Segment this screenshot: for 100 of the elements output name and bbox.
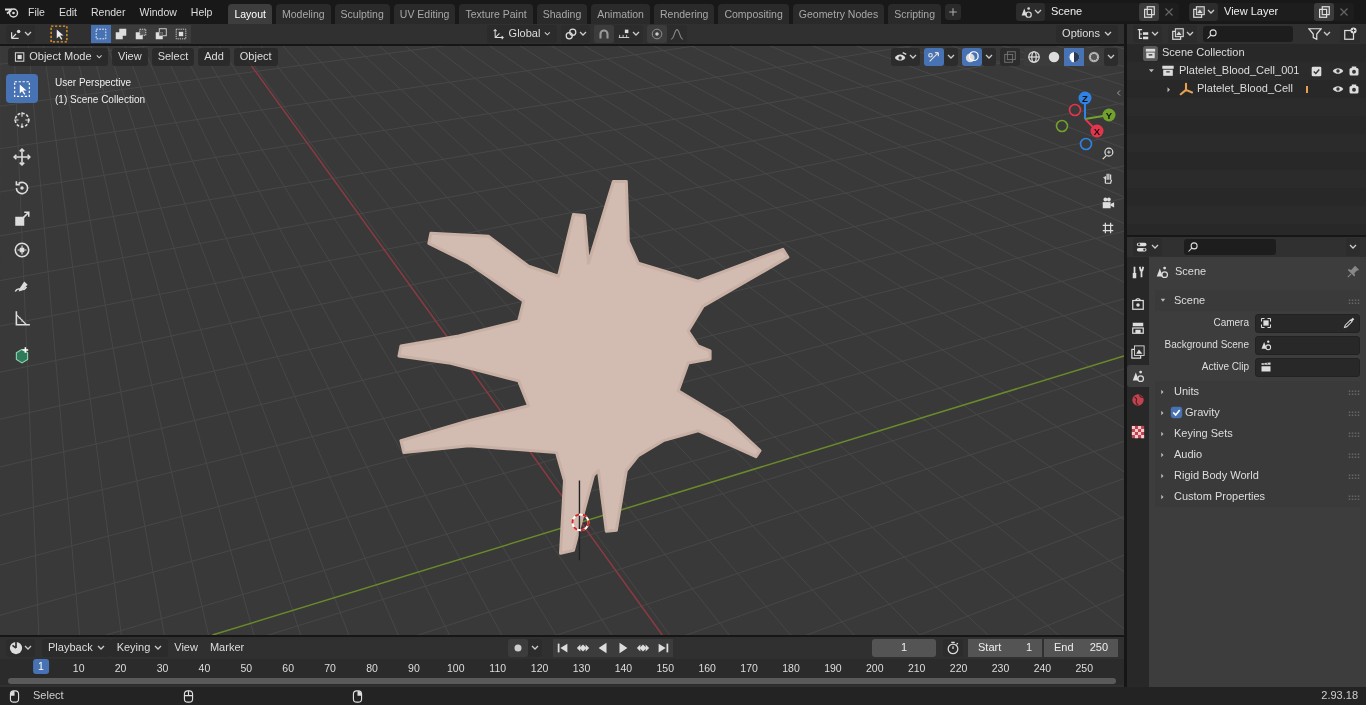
shading-button[interactable]: [1064, 48, 1084, 66]
selection-mode-button[interactable]: [171, 25, 191, 43]
editor-type-button[interactable]: [6, 639, 35, 657]
add-workspace-button[interactable]: [945, 4, 961, 20]
menu-item[interactable]: Render: [85, 3, 132, 21]
menu-item[interactable]: Window: [133, 3, 183, 21]
menu-item[interactable]: Marker: [203, 639, 251, 657]
selection-mode-button[interactable]: [111, 25, 131, 43]
shading-dropdown[interactable]: [1104, 48, 1118, 66]
outliner-item[interactable]: Platelet_Blood_Cell: [1197, 82, 1302, 96]
eye-icon[interactable]: [1332, 83, 1344, 95]
drag-handle-icon[interactable]: [1348, 297, 1360, 304]
menu-item[interactable]: Playback: [42, 639, 111, 657]
outliner-item[interactable]: Platelet_Blood_Cell_001: [1179, 64, 1307, 78]
auto-key-dropdown[interactable]: [528, 639, 543, 657]
scrollbar[interactable]: [8, 678, 1116, 684]
copy-button[interactable]: [1139, 3, 1159, 21]
tool-button[interactable]: [6, 74, 38, 103]
workspace-tab[interactable]: Geometry Nodes: [792, 4, 885, 24]
search-field[interactable]: [1184, 239, 1276, 255]
panel-title[interactable]: Units: [1174, 384, 1342, 399]
drag-handle-icon[interactable]: [1348, 409, 1360, 416]
copy-button[interactable]: [1314, 3, 1334, 21]
menu-item[interactable]: File: [22, 3, 51, 21]
properties-tab[interactable]: [1127, 365, 1149, 387]
drag-handle-icon[interactable]: [1348, 388, 1360, 395]
gizmo-dropdown[interactable]: [944, 48, 958, 66]
mode-dropdown[interactable]: Object Mode: [8, 48, 108, 66]
exclude-checkbox[interactable]: [1311, 65, 1322, 77]
menu-item[interactable]: Keying: [110, 639, 169, 657]
editor-type-button[interactable]: [6, 25, 35, 43]
menu-item[interactable]: Edit: [52, 3, 83, 21]
panel-title[interactable]: Scene: [1174, 293, 1342, 308]
start-frame-field[interactable]: Start 1: [968, 639, 1042, 657]
drag-handle-icon[interactable]: [1348, 430, 1360, 437]
workspace-tab[interactable]: Sculpting: [334, 4, 390, 24]
workspace-tab[interactable]: Texture Paint: [459, 4, 533, 24]
panel-title[interactable]: Gravity: [1185, 405, 1346, 420]
scene-selector-button[interactable]: [1016, 3, 1045, 21]
pivot-dropdown[interactable]: [561, 25, 590, 43]
snap-toggle[interactable]: [594, 25, 614, 43]
pin-icon[interactable]: [1347, 265, 1360, 278]
menu-item[interactable]: Add: [198, 48, 230, 66]
menu-item[interactable]: View: [112, 48, 148, 66]
datablock-field[interactable]: [1255, 313, 1360, 333]
orientation-dropdown[interactable]: Global: [487, 25, 557, 43]
camera-icon[interactable]: [1348, 83, 1360, 95]
cell-model-drawing[interactable]: [397, 180, 790, 555]
menu-item[interactable]: Help: [184, 3, 219, 21]
negative-axis-handle[interactable]: [1055, 119, 1069, 133]
end-frame-field[interactable]: End 250: [1044, 639, 1118, 657]
new-collection-button[interactable]: [1340, 25, 1360, 43]
proportional-edit-toggle[interactable]: [647, 25, 667, 43]
shading-button[interactable]: [1084, 48, 1104, 66]
search-field[interactable]: [1203, 26, 1293, 42]
visibility-dropdown[interactable]: [891, 48, 920, 66]
playback-button[interactable]: [553, 639, 574, 657]
datablock-field[interactable]: [1255, 335, 1360, 355]
workspace-tab[interactable]: Scripting: [888, 4, 941, 24]
workspace-tab[interactable]: UV Editing: [393, 4, 456, 24]
xray-toggle[interactable]: [1000, 48, 1020, 66]
drag-handle-icon[interactable]: [1348, 493, 1360, 500]
outliner-item[interactable]: Scene Collection: [1162, 46, 1245, 60]
playback-button[interactable]: [653, 639, 674, 657]
gravity-checkbox[interactable]: [1170, 406, 1183, 419]
menu-item[interactable]: Object: [233, 48, 278, 66]
workspace-tab[interactable]: Modeling: [275, 4, 331, 24]
panel-title[interactable]: Audio: [1174, 447, 1342, 462]
workspace-tab[interactable]: Compositing: [718, 4, 789, 24]
view-filter-dropdown[interactable]: [1168, 25, 1197, 43]
falloff-dropdown[interactable]: [667, 25, 687, 43]
overlay-dropdown[interactable]: [982, 48, 996, 66]
snap-dropdown[interactable]: [614, 25, 643, 43]
workspace-tab[interactable]: Shading: [536, 4, 588, 24]
options-dropdown[interactable]: [1346, 238, 1360, 256]
options-dropdown[interactable]: Options: [1056, 25, 1118, 43]
negative-axis-handle[interactable]: [1068, 103, 1082, 117]
panel-title[interactable]: Custom Properties: [1174, 489, 1342, 504]
workspace-tab[interactable]: Rendering: [653, 4, 715, 24]
record-button[interactable]: [508, 639, 529, 657]
drag-handle-icon[interactable]: [1348, 472, 1360, 479]
negative-axis-handle[interactable]: [1079, 137, 1093, 151]
workspace-tab[interactable]: Layout: [228, 4, 272, 24]
active-tool-button[interactable]: [47, 25, 71, 43]
view-layer-selector-button[interactable]: [1189, 3, 1218, 21]
drag-handle-icon[interactable]: [1348, 451, 1360, 458]
overlay-toggle[interactable]: [962, 48, 982, 66]
playhead-marker[interactable]: 1: [33, 659, 49, 674]
current-frame-field[interactable]: 1: [872, 639, 936, 657]
workspace-tab[interactable]: Animation: [591, 4, 650, 24]
eye-icon[interactable]: [1332, 65, 1344, 77]
display-mode-dropdown[interactable]: [1133, 25, 1162, 43]
camera-icon[interactable]: [1348, 65, 1360, 77]
menu-item[interactable]: Select: [151, 48, 195, 66]
editor-type-button[interactable]: [1133, 238, 1162, 256]
3d-cursor-icon[interactable]: [571, 513, 590, 532]
menu-item[interactable]: View: [168, 639, 204, 657]
datablock-field[interactable]: [1255, 357, 1360, 377]
panel-title[interactable]: Keying Sets: [1174, 426, 1342, 441]
axis-handle[interactable]: [1078, 91, 1092, 105]
